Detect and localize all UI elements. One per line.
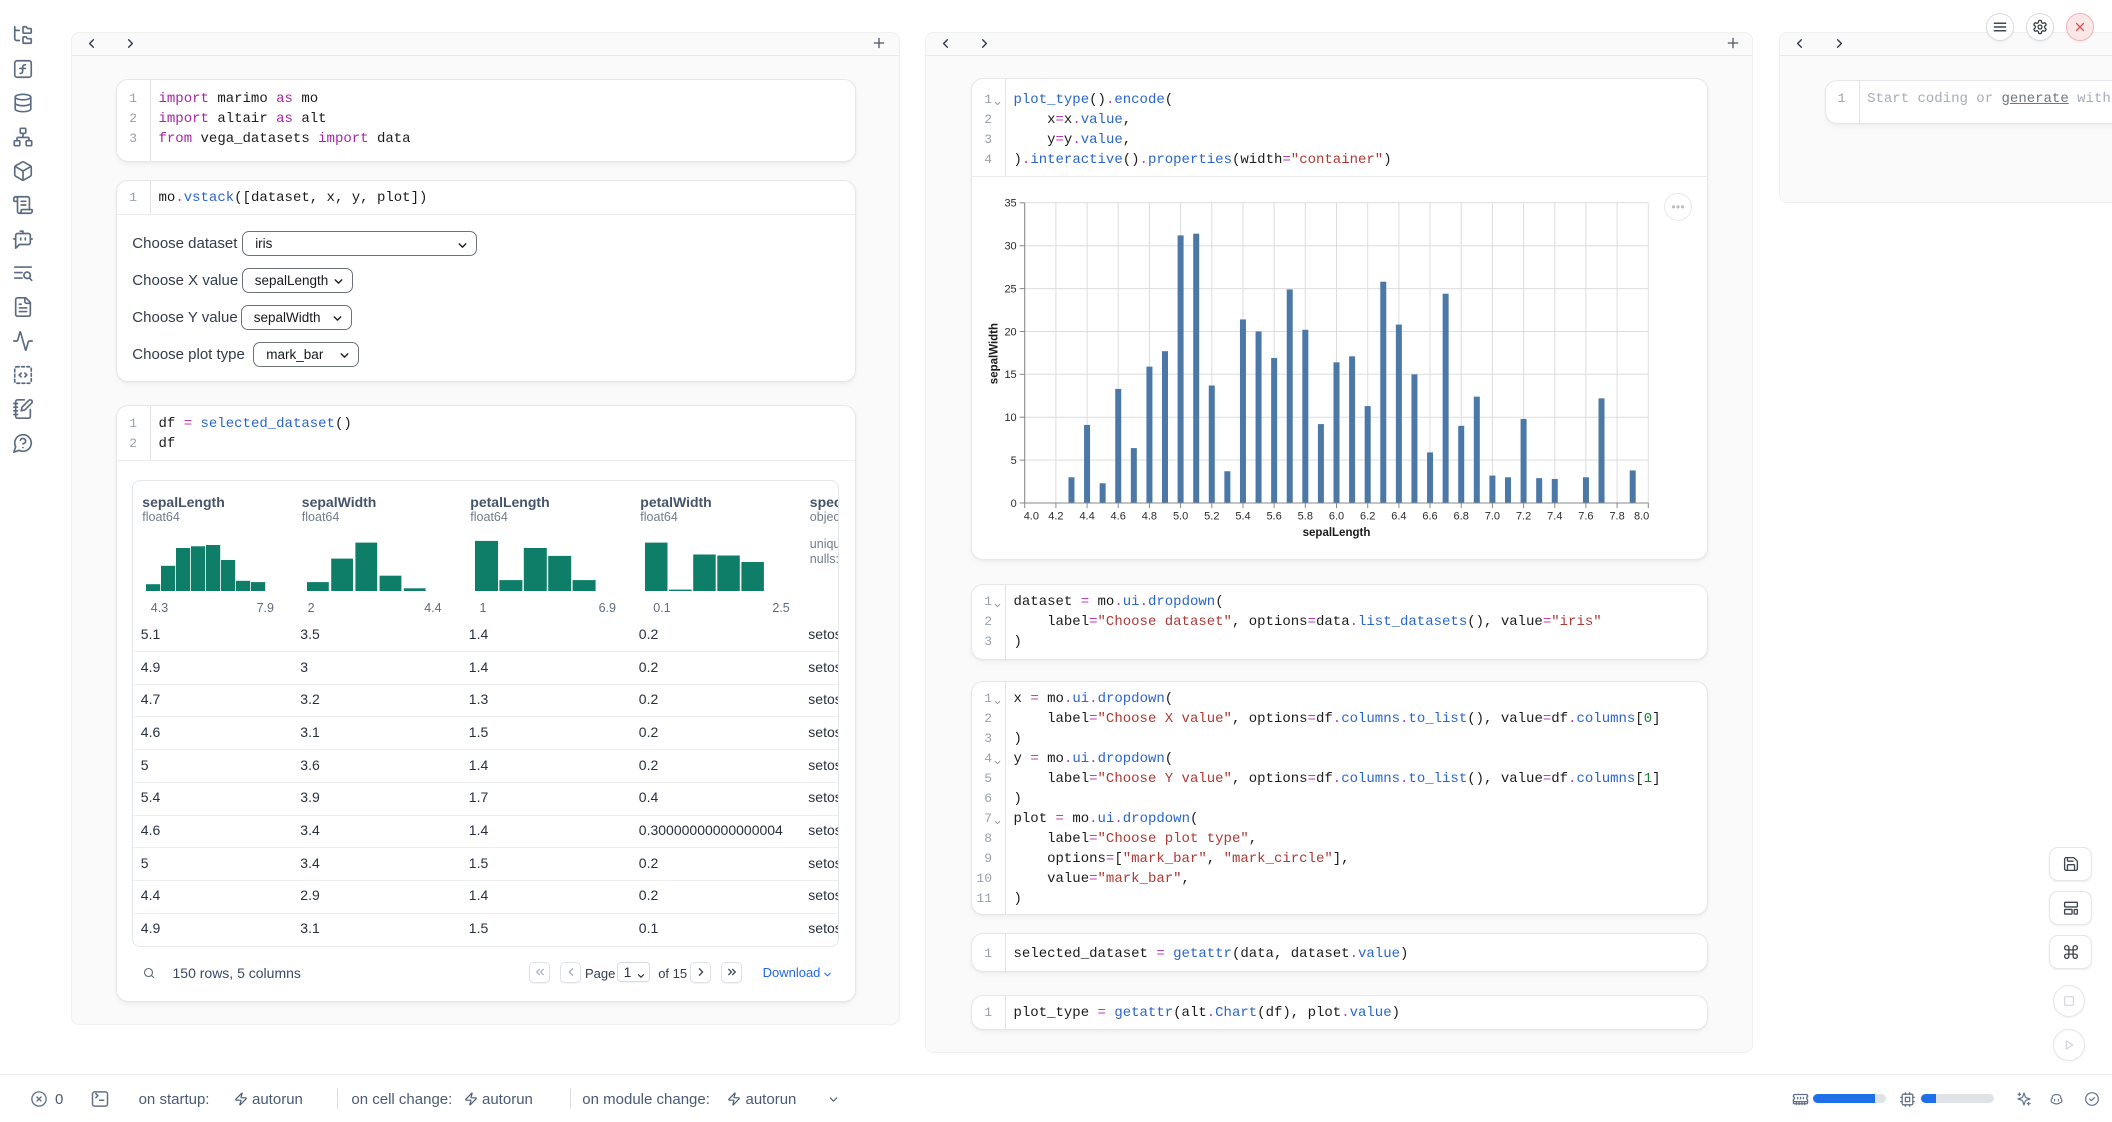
svg-text:5.6: 5.6 xyxy=(1266,510,1281,522)
svg-text:10: 10 xyxy=(1004,412,1016,424)
svg-text:20: 20 xyxy=(1004,326,1016,338)
svg-text:6.0: 6.0 xyxy=(1329,510,1344,522)
svg-text:0: 0 xyxy=(1011,497,1017,509)
svg-text:35: 35 xyxy=(1004,197,1016,209)
svg-text:5.2: 5.2 xyxy=(1204,510,1219,522)
svg-text:7.8: 7.8 xyxy=(1609,510,1624,522)
svg-text:25: 25 xyxy=(1004,283,1016,295)
svg-text:7.2: 7.2 xyxy=(1516,510,1531,522)
svg-text:6.4: 6.4 xyxy=(1391,510,1406,522)
svg-text:7.4: 7.4 xyxy=(1547,510,1562,522)
svg-text:15: 15 xyxy=(1004,369,1016,381)
svg-text:5.4: 5.4 xyxy=(1235,510,1250,522)
svg-text:4.6: 4.6 xyxy=(1111,510,1126,522)
svg-text:7.6: 7.6 xyxy=(1578,510,1593,522)
svg-text:5.0: 5.0 xyxy=(1173,510,1188,522)
svg-text:6.8: 6.8 xyxy=(1454,510,1469,522)
svg-text:sepalLength: sepalLength xyxy=(1303,527,1371,539)
svg-text:4.8: 4.8 xyxy=(1142,510,1157,522)
svg-text:5: 5 xyxy=(1011,454,1017,466)
svg-text:sepalWidth: sepalWidth xyxy=(988,323,1000,384)
svg-text:30: 30 xyxy=(1004,240,1016,252)
svg-text:8.0: 8.0 xyxy=(1634,510,1649,522)
svg-text:4.2: 4.2 xyxy=(1048,510,1063,522)
svg-text:4.4: 4.4 xyxy=(1079,510,1094,522)
svg-text:7.0: 7.0 xyxy=(1485,510,1500,522)
svg-text:6.2: 6.2 xyxy=(1360,510,1375,522)
svg-text:4.0: 4.0 xyxy=(1024,510,1039,522)
svg-text:5.8: 5.8 xyxy=(1298,510,1313,522)
svg-text:6.6: 6.6 xyxy=(1422,510,1437,522)
